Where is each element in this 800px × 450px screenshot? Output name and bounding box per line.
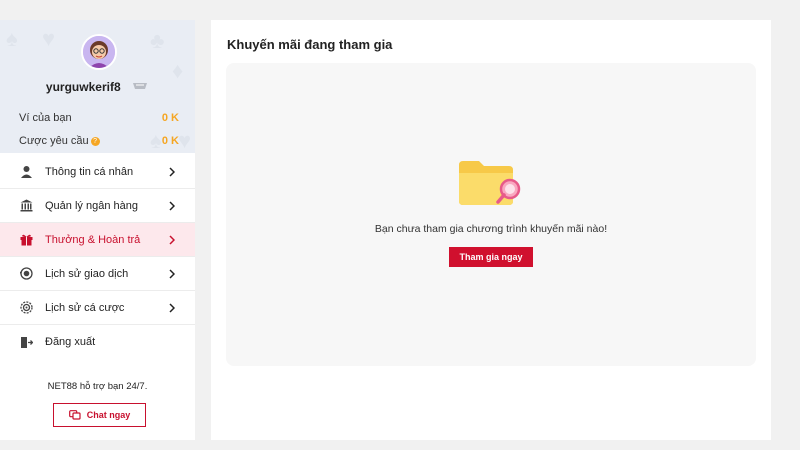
- sidebar-item-bank[interactable]: Quản lý ngân hàng: [0, 189, 195, 223]
- decor-heart-icon: ♥: [42, 26, 56, 51]
- page-title: Khuyến mãi đang tham gia: [227, 37, 393, 52]
- wallet-label: Ví của bạn: [19, 112, 72, 124]
- chat-now-button[interactable]: Chat ngay: [53, 403, 146, 427]
- decor-club-icon: ♣: [150, 28, 165, 53]
- sidebar-menu: Thông tin cá nhân Quản lý ngân hàng Thưở…: [0, 155, 195, 359]
- avatar[interactable]: [81, 34, 117, 70]
- bet-required-label: Cược yêu cầu: [19, 135, 89, 147]
- chevron-right-icon: [169, 269, 176, 282]
- chat-now-label: Chat ngay: [86, 410, 131, 420]
- vip-badge-icon: [131, 78, 149, 96]
- wallet-value: 0 K: [161, 112, 179, 124]
- user-icon: [19, 165, 33, 179]
- empty-state-message: Bạn chưa tham gia chương trình khuyến mã…: [374, 223, 608, 235]
- sidebar: ♠ ♥ ♣ ♦ ♥ ♠ yurguwkerif8 Ví của bạn 0 K …: [0, 20, 195, 440]
- sidebar-item-label: Thưởng & Hoàn trả: [45, 233, 141, 246]
- transaction-history-icon: [19, 267, 33, 281]
- sidebar-item-label: Đăng xuất: [45, 336, 96, 348]
- promotions-panel: Khuyến mãi đang tham gia Bạn chưa tham g…: [211, 20, 771, 440]
- bet-required-value: 0 K: [161, 135, 179, 147]
- decor-spade-icon: ♠: [6, 26, 18, 51]
- decor-heart-icon: ♥: [178, 128, 192, 153]
- help-icon[interactable]: ?: [90, 136, 100, 146]
- gift-icon: [19, 233, 33, 247]
- sidebar-item-label: Quản lý ngân hàng: [45, 199, 138, 212]
- sidebar-item-label: Lịch sử cá cược: [45, 301, 125, 314]
- sidebar-item-label: Lịch sử giao dịch: [45, 267, 129, 280]
- chevron-right-icon: [169, 235, 176, 248]
- sidebar-item-personal-info[interactable]: Thông tin cá nhân: [0, 155, 195, 189]
- empty-state-container: Bạn chưa tham gia chương trình khuyến mã…: [226, 63, 756, 366]
- join-now-label: Tham gia ngay: [459, 252, 523, 262]
- logout-icon: [19, 335, 33, 349]
- sidebar-item-bet-history[interactable]: Lịch sử cá cược: [0, 291, 195, 325]
- sidebar-item-logout[interactable]: Đăng xuất: [0, 325, 195, 359]
- support-text: NET88 hỗ trợ bạn 24/7.: [47, 381, 148, 392]
- profile-card: ♠ ♥ ♣ ♦ ♥ ♠ yurguwkerif8 Ví của bạn 0 K …: [0, 20, 195, 153]
- chat-icon: [68, 410, 81, 420]
- bet-history-icon: [19, 301, 33, 315]
- join-now-button[interactable]: Tham gia ngay: [449, 247, 533, 267]
- chevron-right-icon: [169, 201, 176, 214]
- sidebar-item-transaction-history[interactable]: Lịch sử giao dịch: [0, 257, 195, 291]
- chevron-right-icon: [169, 167, 176, 180]
- bank-icon: [19, 199, 33, 213]
- empty-folder-icon: [457, 157, 527, 214]
- chevron-right-icon: [169, 303, 176, 316]
- sidebar-item-rewards[interactable]: Thưởng & Hoàn trả: [0, 223, 195, 257]
- username: yurguwkerif8: [45, 80, 121, 95]
- sidebar-item-label: Thông tin cá nhân: [45, 165, 134, 178]
- bet-required-row: Cược yêu cầu? 0 K: [19, 135, 179, 147]
- wallet-row: Ví của bạn 0 K: [19, 112, 179, 124]
